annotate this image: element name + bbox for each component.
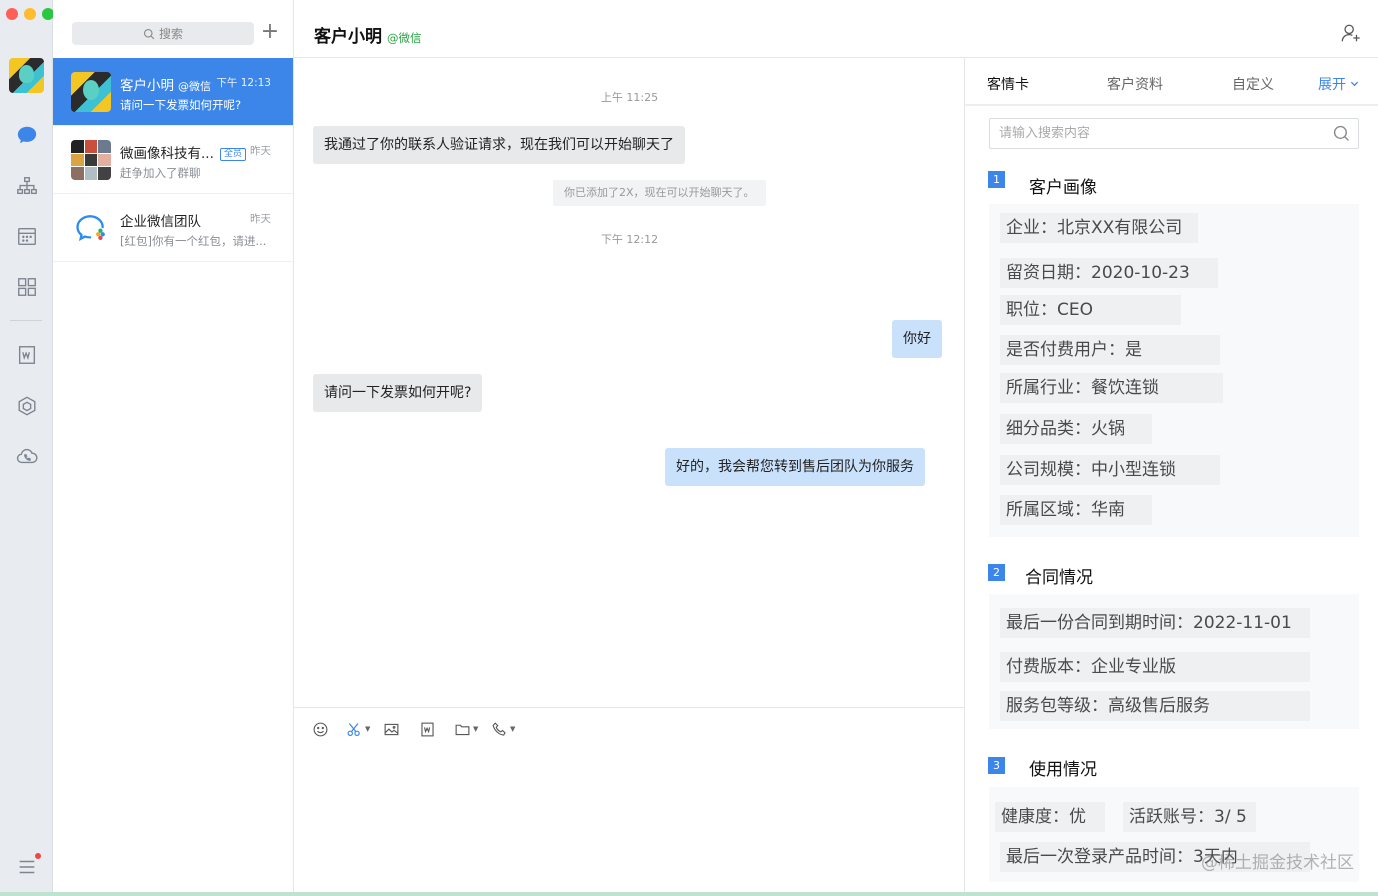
- section-title: 客户画像: [1029, 178, 1097, 198]
- watermark: @稀土掘金技术社区: [1201, 853, 1354, 873]
- contact-avatar: [71, 72, 111, 112]
- section-number: 1: [988, 171, 1005, 188]
- notification-dot: [35, 853, 41, 859]
- word-doc-icon[interactable]: [419, 720, 436, 738]
- add-button[interactable]: +: [259, 21, 281, 44]
- panel-tabs: 客情卡 客户资料 自定义 展开: [965, 58, 1378, 106]
- org-chart-icon[interactable]: [15, 174, 39, 198]
- message-bubble-incoming[interactable]: 请问一下发票如何开呢?: [313, 374, 483, 412]
- field-position: 职位：CEO: [1000, 295, 1181, 325]
- section-number: 3: [988, 757, 1005, 774]
- chat-contact-name: 客户小明: [314, 27, 382, 47]
- panel-search-placeholder: 请输入搜索内容: [999, 126, 1091, 141]
- wecom-window: 搜索 + 客户小明 @微信 下午 12:13 请问一下发票如何开呢? 微画像科技有…: [0, 0, 1378, 896]
- contract-box: 最后一份合同到期时间：2022-11-01 付费版本：企业专业版 服务包等级：高…: [989, 594, 1359, 729]
- message-area[interactable]: 上午 11:25 我通过了你的联系人验证请求，现在我们可以开始聊天了 你已添加了…: [294, 58, 965, 708]
- customer-portrait-box: 企业：北京XX有限公司 留资日期：2020-10-23 职位：CEO 是否付费用…: [989, 204, 1359, 537]
- image-icon[interactable]: [383, 720, 400, 738]
- field-region: 所属区域：华南: [1000, 495, 1152, 525]
- field-paid-edition: 付费版本：企业专业版: [1000, 652, 1310, 682]
- search-icon: [143, 28, 155, 39]
- message-bubble-incoming[interactable]: 我通过了你的联系人验证请求，现在我们可以开始聊天了: [313, 126, 685, 164]
- search-icon: [1333, 125, 1349, 141]
- message-bubble-outgoing[interactable]: 好的，我会帮您转到售后团队为你服务: [665, 448, 925, 486]
- conversation-time: 下午 12:13: [216, 77, 271, 89]
- conversation-name: 客户小明 @微信: [120, 74, 211, 94]
- conversation-item-kehu-xiaoming[interactable]: 客户小明 @微信 下午 12:13 请问一下发票如何开呢?: [53, 58, 293, 126]
- message-composer[interactable]: ▼ ▼ ▼: [294, 707, 965, 896]
- all-members-badge: 全员: [219, 148, 246, 161]
- field-lead-date: 留资日期：2020-10-23: [1000, 258, 1218, 288]
- chevron-down-icon: [1351, 81, 1359, 87]
- section-number: 2: [988, 564, 1005, 581]
- scissors-icon[interactable]: ▼: [346, 720, 370, 738]
- conversation-time: 昨天: [250, 145, 271, 157]
- left-rail: [0, 0, 54, 896]
- cube-icon[interactable]: [15, 394, 39, 418]
- field-contract-expiry: 最后一份合同到期时间：2022-11-01: [1000, 608, 1310, 638]
- chevron-down-icon[interactable]: ▼: [510, 725, 515, 733]
- group-avatar: [71, 140, 111, 180]
- message-timestamp: 下午 12:12: [600, 233, 659, 246]
- conversation-preview: [红包]你有一个红包，请进...: [120, 234, 267, 248]
- source-tag: @微信: [178, 80, 211, 93]
- conversation-item-group[interactable]: 微画像科技有... 全员 昨天 赶争加入了群聊: [53, 126, 293, 194]
- search-input[interactable]: 搜索: [72, 22, 254, 45]
- customer-info-panel: 客情卡 客户资料 自定义 展开 请输入搜索内容 1 客户画像 企业：北京XX有限…: [964, 58, 1378, 896]
- close-button[interactable]: [6, 8, 18, 20]
- conversation-name: 微画像科技有... 全员: [120, 142, 246, 162]
- message-timestamp: 上午 11:25: [600, 91, 659, 104]
- field-health: 健康度：优: [995, 802, 1105, 832]
- field-active-accounts: 活跃账号：3/ 5: [1123, 802, 1256, 832]
- apps-grid-icon[interactable]: [15, 275, 39, 299]
- minimize-button[interactable]: [24, 8, 36, 20]
- conversation-name: 企业微信团队: [120, 214, 201, 230]
- field-industry: 所属行业：餐饮连锁: [1000, 373, 1223, 403]
- message-bubble-outgoing[interactable]: 你好: [892, 320, 942, 358]
- system-notice: 你已添加了2X，现在可以开始聊天了。: [553, 180, 766, 206]
- chat-header: 客户小明 @微信: [294, 0, 1378, 58]
- rail-divider: [10, 320, 42, 321]
- folder-icon[interactable]: ▼: [454, 720, 478, 738]
- word-doc-icon[interactable]: [15, 343, 39, 367]
- chevron-down-icon[interactable]: ▼: [473, 725, 478, 733]
- section-title: 合同情况: [1025, 568, 1093, 588]
- cloud-phone-icon[interactable]: [15, 444, 39, 468]
- tab-customer-card[interactable]: 客情卡: [987, 74, 1029, 94]
- field-category: 细分品类：火锅: [1000, 414, 1152, 444]
- search-placeholder: 搜索: [158, 27, 183, 41]
- conversation-time: 昨天: [250, 213, 271, 225]
- conversation-preview: 请问一下发票如何开呢?: [120, 98, 242, 112]
- conversation-list: 搜索 + 客户小明 @微信 下午 12:13 请问一下发票如何开呢? 微画像科技有…: [53, 0, 294, 896]
- chat-bubble-icon[interactable]: [15, 123, 39, 147]
- field-company: 企业：北京XX有限公司: [1000, 213, 1198, 243]
- add-contact-icon[interactable]: [1340, 22, 1362, 44]
- my-avatar[interactable]: [9, 58, 44, 93]
- menu-icon[interactable]: [15, 855, 39, 879]
- conversation-preview: 赶争加入了群聊: [120, 166, 201, 180]
- emoji-icon[interactable]: [312, 720, 329, 738]
- group-name: 微画像科技有...: [120, 146, 214, 162]
- chat-title: 客户小明 @微信: [314, 22, 422, 47]
- traffic-lights: [6, 8, 54, 20]
- tab-custom[interactable]: 自定义: [1232, 74, 1274, 94]
- wecom-logo-icon: [71, 208, 111, 248]
- contact-name: 客户小明: [120, 78, 174, 94]
- field-company-size: 公司规模：中小型连锁: [1000, 455, 1220, 485]
- calendar-icon[interactable]: [15, 224, 39, 248]
- expand-label: 展开: [1318, 77, 1346, 93]
- field-paid-user: 是否付费用户：是: [1000, 335, 1220, 365]
- chat-source-tag: @微信: [387, 31, 422, 45]
- window-bottom-edge: [0, 892, 1378, 896]
- tab-expand[interactable]: 展开: [1318, 74, 1359, 94]
- field-service-level: 服务包等级：高级售后服务: [1000, 691, 1310, 721]
- conversation-item-wecom-team[interactable]: 企业微信团队 昨天 [红包]你有一个红包，请进...: [53, 194, 293, 262]
- tab-customer-profile[interactable]: 客户资料: [1107, 74, 1163, 94]
- section-title: 使用情况: [1029, 760, 1097, 780]
- chevron-down-icon[interactable]: ▼: [365, 725, 370, 733]
- panel-search-input[interactable]: 请输入搜索内容: [989, 118, 1359, 149]
- phone-icon[interactable]: ▼: [491, 720, 515, 738]
